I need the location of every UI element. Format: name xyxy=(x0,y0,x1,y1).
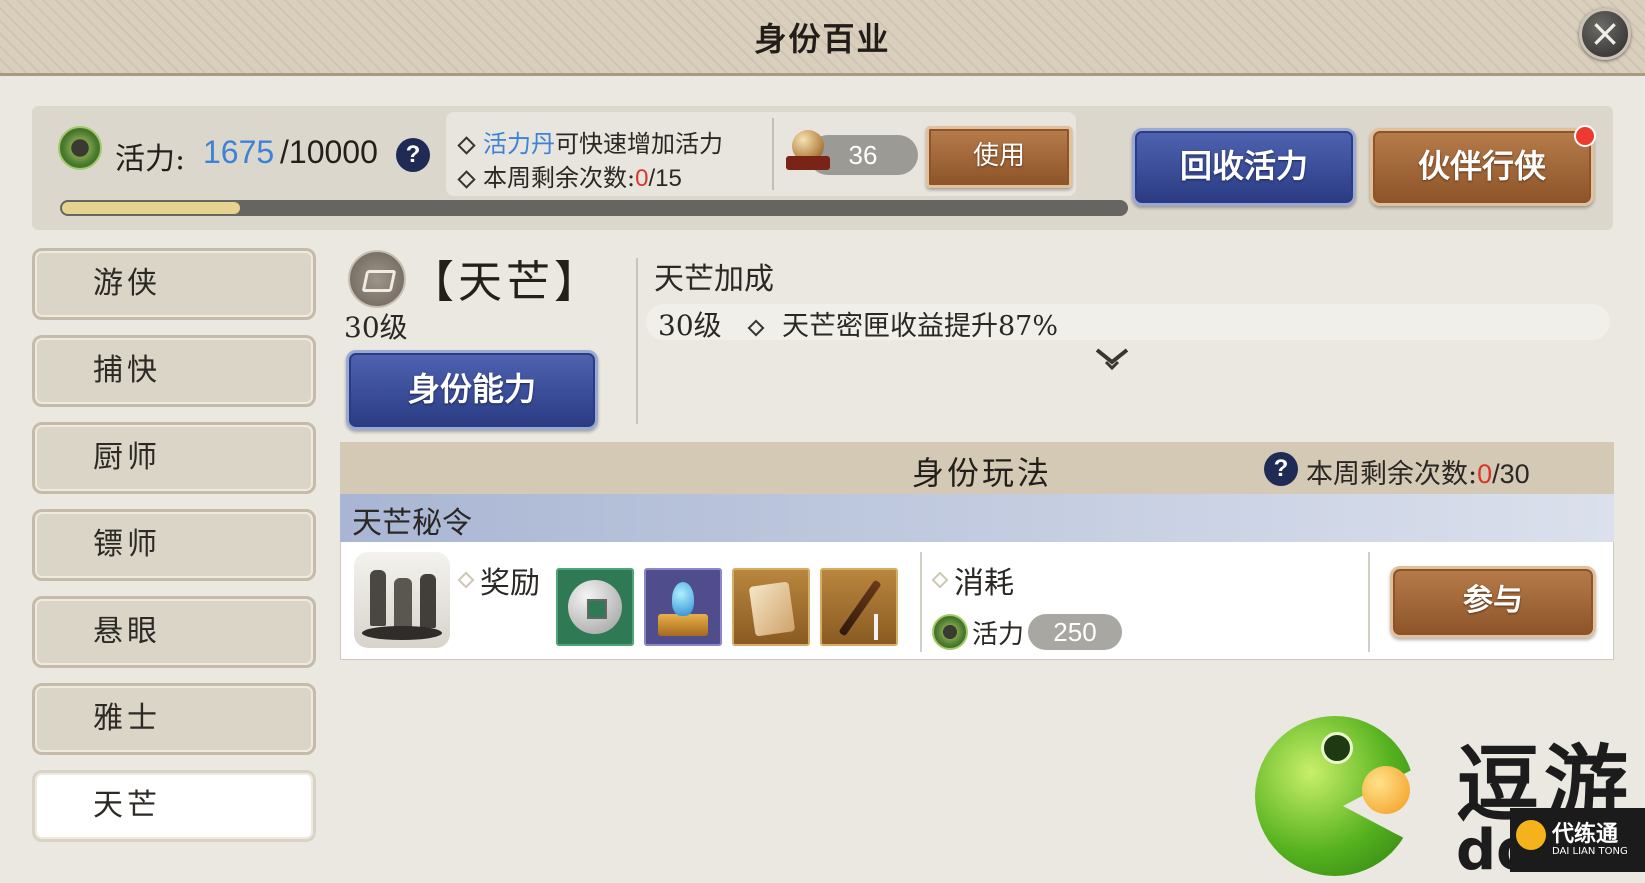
vitality-jade-icon xyxy=(58,126,102,170)
identity-name: 【天芒】 xyxy=(410,257,602,308)
sidebar-item-tianmang[interactable]: 天芒 xyxy=(32,770,316,842)
sidebar-item-label: 镖师 xyxy=(93,527,161,562)
cost-value: 250 xyxy=(1028,614,1122,650)
play-weekly-total: /30 xyxy=(1492,459,1530,489)
sidebar-item-label: 雅士 xyxy=(93,701,161,736)
close-icon: × xyxy=(1589,11,1621,55)
divider xyxy=(636,258,638,424)
vitality-pill-icon xyxy=(786,128,832,174)
join-button[interactable]: 参与 xyxy=(1390,566,1596,638)
play-title: 身份玩法 xyxy=(912,454,1053,492)
task-header xyxy=(340,494,1614,542)
badge-sub: DAI LIAN TONG xyxy=(1552,846,1628,857)
close-button[interactable]: × xyxy=(1579,8,1631,60)
recycle-vitality-button[interactable]: 回收活力 xyxy=(1132,128,1356,206)
vitality-current: 1675 xyxy=(203,134,275,170)
bonus-text: 天芒密匣收益提升87% xyxy=(782,311,1059,342)
play-weekly: 本周剩余次数:0/30 xyxy=(1306,452,1530,491)
vitality-progress-fill xyxy=(62,202,240,214)
sidebar-item-label: 厨师 xyxy=(93,440,161,475)
sidebar-item-bukuai[interactable]: 捕快 xyxy=(32,335,316,407)
coin-icon[interactable] xyxy=(556,568,634,646)
diamond-bullet-icon xyxy=(457,170,476,189)
cost-label: 消耗 xyxy=(954,566,1014,601)
weekly-count-line: 本周剩余次数:0/15 xyxy=(457,158,682,193)
notification-dot xyxy=(1574,125,1596,147)
sidebar-item-xuanyan[interactable]: 悬眼 xyxy=(32,596,316,668)
vitality-label: 活力: xyxy=(115,142,186,177)
watermark-orange-dot xyxy=(1362,766,1410,814)
crystal-chest-icon[interactable] xyxy=(644,568,722,646)
task-name: 天芒秘令 xyxy=(352,506,472,541)
sidebar-item-chushi[interactable]: 厨师 xyxy=(32,422,316,494)
sidebar-item-label: 捕快 xyxy=(93,353,161,388)
sidebar-item-yashi[interactable]: 雅士 xyxy=(32,683,316,755)
weekly-label: 本周剩余次数: xyxy=(483,164,636,192)
identity-emblem-icon xyxy=(348,250,406,308)
partner-button[interactable]: 伙伴行侠 xyxy=(1370,128,1594,206)
tip-item-link[interactable]: 活力丹 xyxy=(483,130,555,158)
sidebar-item-biaoshi[interactable]: 镖师 xyxy=(32,509,316,581)
tip-line: 活力丹可快速增加活力 xyxy=(457,124,723,159)
identity-level: 30级 xyxy=(344,311,408,344)
diamond-bullet-icon xyxy=(747,317,772,336)
bonus-level: 30级 xyxy=(658,309,722,342)
sidebar-item-youxia[interactable]: 游侠 xyxy=(32,248,316,320)
divider xyxy=(920,552,922,652)
divider xyxy=(1368,552,1370,652)
play-weekly-used: 0 xyxy=(1477,459,1493,489)
watermark-badge: 代练通 DAI LIAN TONG xyxy=(1510,808,1645,872)
sidebar-item-label: 天芒 xyxy=(93,788,161,823)
weekly-total: /15 xyxy=(648,165,682,192)
tip-text: 可快速增加活力 xyxy=(555,130,723,158)
divider xyxy=(772,118,774,190)
scroll-icon[interactable] xyxy=(732,568,810,646)
use-button[interactable]: 使用 xyxy=(926,126,1072,188)
badge-icon xyxy=(1516,820,1546,850)
sidebar-item-label: 悬眼 xyxy=(93,614,161,649)
expand-chevron-icon[interactable] xyxy=(1094,344,1130,371)
bonus-title: 天芒加成 xyxy=(654,262,774,297)
diamond-bullet-icon xyxy=(457,136,476,155)
vitality-max: /10000 xyxy=(280,134,378,170)
task-figures-image xyxy=(354,552,450,648)
cost-item-label: 活力 xyxy=(972,620,1025,650)
reward-label: 奖励 xyxy=(480,566,540,601)
play-weekly-label: 本周剩余次数: xyxy=(1306,459,1478,490)
badge-text: 代练通 xyxy=(1552,822,1619,847)
identity-ability-button[interactable]: 身份能力 xyxy=(346,350,598,430)
sidebar-item-label: 游侠 xyxy=(93,266,161,301)
vitality-jade-icon xyxy=(932,614,968,650)
sword-icon[interactable] xyxy=(820,568,898,646)
weekly-used: 0 xyxy=(635,165,649,192)
play-help-icon[interactable]: ? xyxy=(1264,452,1298,486)
vitality-help-icon[interactable]: ? xyxy=(396,138,430,172)
window-title: 身份百业 xyxy=(754,20,891,58)
